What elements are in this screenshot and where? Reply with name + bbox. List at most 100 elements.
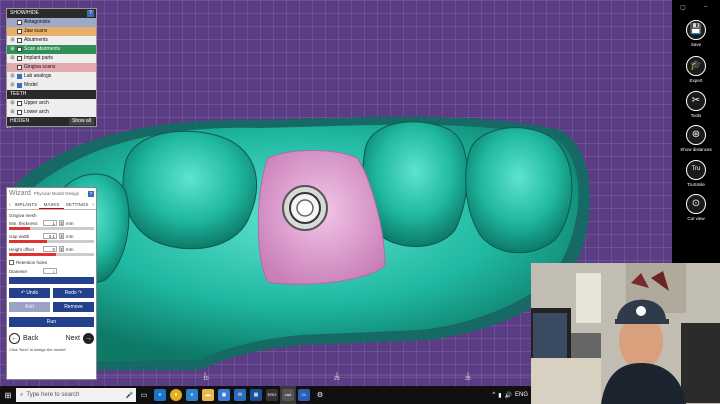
- minimize-icon[interactable]: –: [704, 4, 707, 10]
- windows-start-icon[interactable]: ⊞: [0, 386, 16, 404]
- diameter-input[interactable]: 1: [43, 268, 57, 274]
- checkbox[interactable]: [17, 29, 22, 34]
- chevron-up-icon[interactable]: ^: [492, 392, 495, 399]
- gap-width-slider[interactable]: [9, 240, 94, 243]
- taskbar-search[interactable]: ⌕ Type here to search 🎤: [16, 388, 136, 402]
- checkbox-checked[interactable]: [17, 83, 22, 88]
- param-diameter: Diameter 1: [7, 267, 96, 275]
- edge-icon[interactable]: e: [152, 386, 168, 404]
- undo-label: Undo: [26, 290, 39, 296]
- language-indicator[interactable]: ENG: [515, 392, 528, 399]
- expand-icon[interactable]: ⊞: [10, 108, 15, 117]
- checkbox[interactable]: [17, 56, 22, 61]
- tab-masks[interactable]: MASKS: [38, 200, 65, 209]
- tab-settings[interactable]: SETTINGS: [64, 200, 90, 209]
- taskbar-app-cad[interactable]: cad: [280, 386, 296, 404]
- checkbox-checked[interactable]: [17, 74, 22, 79]
- tree-item-model[interactable]: ⊞ Model: [7, 81, 96, 90]
- tree-item-jaw-scans[interactable]: Jaw scans: [7, 27, 96, 36]
- tree-item-gingiva-scans[interactable]: Gingiva scans: [7, 63, 96, 72]
- expand-icon[interactable]: ⊞: [10, 72, 15, 81]
- save-button[interactable]: 💾 Save: [672, 20, 720, 47]
- back-button[interactable]: ← Back: [9, 333, 39, 344]
- distances-icon: ⊛: [686, 125, 706, 145]
- next-button[interactable]: Next →: [66, 333, 94, 344]
- add-button[interactable]: Add: [9, 302, 50, 312]
- scale-tick-10: 10: [203, 376, 209, 382]
- expand-icon[interactable]: ⊞: [10, 99, 15, 108]
- height-offset-slider[interactable]: [9, 253, 94, 256]
- tab-implants[interactable]: IMPLANTS: [13, 200, 39, 209]
- tree-item-upper-arch[interactable]: ⊞ Upper arch: [7, 99, 96, 108]
- show-hide-label: SHOW/HIDE: [10, 10, 39, 16]
- app-icon-blue[interactable]: ▦: [248, 386, 264, 404]
- scale-tick-20: 20: [334, 376, 340, 382]
- show-distances-button[interactable]: ⊛ Show distances: [672, 125, 720, 152]
- param-gap-width: Gap width 0.1 ⇕ mm: [7, 232, 96, 240]
- min-thickness-slider[interactable]: [9, 227, 94, 230]
- undo-button[interactable]: ↶ Undo: [9, 288, 50, 298]
- show-all-button[interactable]: Show all: [69, 118, 94, 125]
- tree-item-scan-abutments[interactable]: ⊞ Scan abutments: [7, 45, 96, 54]
- tree-item-label: Upper arch: [24, 100, 49, 106]
- retention-holes-option[interactable]: Retention holes: [7, 258, 96, 267]
- cut-view-button[interactable]: ⊙ Cut view: [672, 194, 720, 221]
- tree-item-lower-arch[interactable]: ⊞ Lower arch: [7, 108, 96, 117]
- wizard-help-button[interactable]: ?: [88, 191, 94, 197]
- remove-button[interactable]: Remove: [53, 302, 94, 312]
- progress-bar: [9, 277, 94, 284]
- checkbox[interactable]: [17, 38, 22, 43]
- run-button[interactable]: Run: [9, 317, 94, 327]
- trusmile-icon: Tru: [686, 160, 706, 180]
- height-offset-input[interactable]: 0: [43, 246, 57, 252]
- stepper-icon[interactable]: ⇕: [59, 246, 64, 252]
- teeth-header[interactable]: TEETH: [7, 90, 96, 99]
- tree-item-lab-analogs[interactable]: ⊞ Lab analogs: [7, 72, 96, 81]
- stepper-icon[interactable]: ⇕: [59, 233, 64, 239]
- expert-label: Expert: [689, 78, 703, 83]
- checkbox[interactable]: [9, 260, 14, 265]
- tree-item-label: Antagonists: [24, 19, 51, 25]
- expert-button[interactable]: 🎓 Expert: [672, 56, 720, 83]
- microphone-icon[interactable]: 🎤: [126, 392, 136, 399]
- gear-icon[interactable]: ⚙: [312, 386, 328, 404]
- tree-item-antagonists[interactable]: Antagonists: [7, 18, 96, 27]
- expand-icon[interactable]: ⊞: [10, 36, 15, 45]
- file-explorer-icon[interactable]: ▬: [200, 386, 216, 404]
- gap-width-input[interactable]: 0.1: [43, 233, 57, 239]
- ero-label: ERO: [266, 389, 278, 401]
- expand-icon[interactable]: ⊞: [10, 54, 15, 63]
- tab-scroll-right-icon[interactable]: ›: [90, 200, 96, 209]
- redo-button[interactable]: Redo ↷: [53, 288, 94, 298]
- trusmile-button[interactable]: Tru TruSmile: [672, 160, 720, 187]
- store-icon[interactable]: ▣: [216, 386, 232, 404]
- checkbox[interactable]: [17, 110, 22, 115]
- tree-item-abutments[interactable]: ⊞ Abutments: [7, 36, 96, 45]
- expand-icon[interactable]: ⊞: [10, 45, 15, 54]
- taskbar-app-ero[interactable]: ERO: [264, 386, 280, 404]
- tools-icon: ✂: [686, 91, 706, 111]
- ie-icon[interactable]: e: [184, 386, 200, 404]
- volume-icon[interactable]: 🔊: [505, 392, 512, 399]
- mail-icon[interactable]: ✉: [232, 386, 248, 404]
- tree-item-label: Model: [24, 82, 38, 88]
- checkbox[interactable]: [17, 47, 22, 52]
- chrome-icon[interactable]: ●: [168, 386, 184, 404]
- network-icon[interactable]: ▮: [498, 392, 501, 399]
- expand-icon[interactable]: ⊞: [10, 81, 15, 90]
- checkbox[interactable]: [17, 20, 22, 25]
- tree-item-implant-parts[interactable]: ⊞ Implant parts: [7, 54, 96, 63]
- min-thickness-input[interactable]: 1: [43, 220, 57, 226]
- task-view-icon[interactable]: ▭: [136, 386, 152, 404]
- taskbar-app-cl[interactable]: CL: [296, 386, 312, 404]
- tree-item-label: Scan abutments: [24, 46, 61, 52]
- window-icon: ▢: [680, 5, 686, 11]
- checkbox[interactable]: [17, 101, 22, 106]
- tree-item-label: Gingiva scans: [24, 64, 56, 70]
- show-hide-header[interactable]: SHOW/HIDE ?: [7, 9, 96, 18]
- tools-button[interactable]: ✂ Tools: [672, 91, 720, 118]
- system-tray: ^ ▮ 🔊 ENG: [492, 392, 531, 399]
- stepper-icon[interactable]: ⇕: [59, 220, 64, 226]
- checkbox[interactable]: [17, 65, 22, 70]
- help-button[interactable]: ?: [87, 10, 94, 17]
